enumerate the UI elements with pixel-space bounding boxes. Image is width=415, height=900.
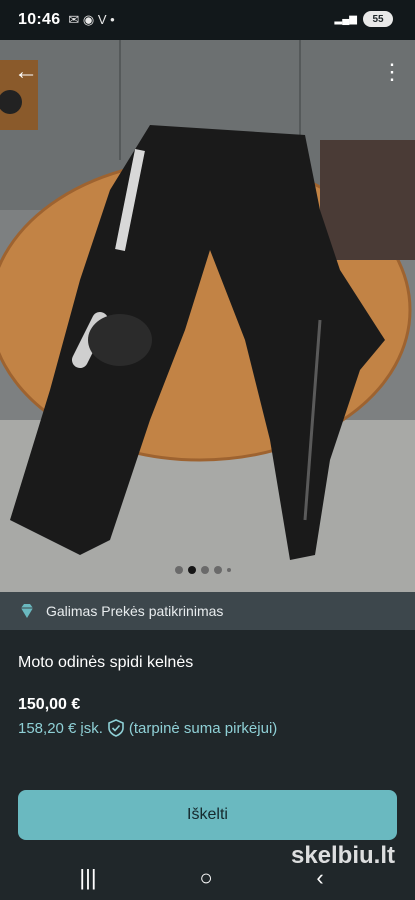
watermark: skelbiu.lt (290, 842, 395, 869)
status-time: 10:46 (18, 11, 61, 28)
pager-dot[interactable] (175, 566, 183, 574)
diamond-icon (21, 604, 33, 618)
product-photo[interactable] (0, 40, 415, 592)
home-icon[interactable]: ○ (186, 858, 226, 898)
battery-icon: 55 (363, 11, 393, 27)
verification-banner[interactable]: Galimas Prekės patikrinimas (0, 592, 415, 630)
pager-dot[interactable] (227, 568, 231, 572)
pager-dot[interactable] (214, 566, 222, 574)
back-arrow-icon[interactable]: ← (12, 58, 40, 86)
pager-dot-active[interactable] (188, 566, 196, 574)
price-with-fee: 158,20 € įsk. (tarpinė suma pirkėjui) (18, 719, 277, 737)
notification-icons: ✉ ◉ V • (68, 12, 115, 27)
boost-button[interactable]: Iškelti (18, 790, 397, 840)
listing-price: 150,00 € (18, 696, 81, 713)
recent-apps-icon[interactable]: ||| (68, 858, 108, 898)
price-incl-value: 158,20 € (18, 719, 77, 737)
status-bar: 10:46 ✉ ◉ V • ▂▄▆ 55 (0, 0, 415, 40)
status-right: ▂▄▆ 55 (335, 11, 393, 27)
price-note: (tarpinė suma pirkėjui) (128, 719, 278, 737)
pager-dot[interactable] (201, 566, 209, 574)
verification-label: Galimas Prekės patikrinimas (46, 603, 224, 619)
photo-pager[interactable] (175, 566, 231, 574)
pants-illustration (0, 40, 415, 592)
price-incl-suffix: įsk. (80, 719, 103, 737)
signal-icon: ▂▄▆ (334, 13, 357, 25)
listing-title: Moto odinės spidi kelnės (18, 654, 194, 671)
more-menu-icon[interactable]: ⋮ (381, 58, 403, 86)
shield-check-icon (108, 719, 124, 737)
